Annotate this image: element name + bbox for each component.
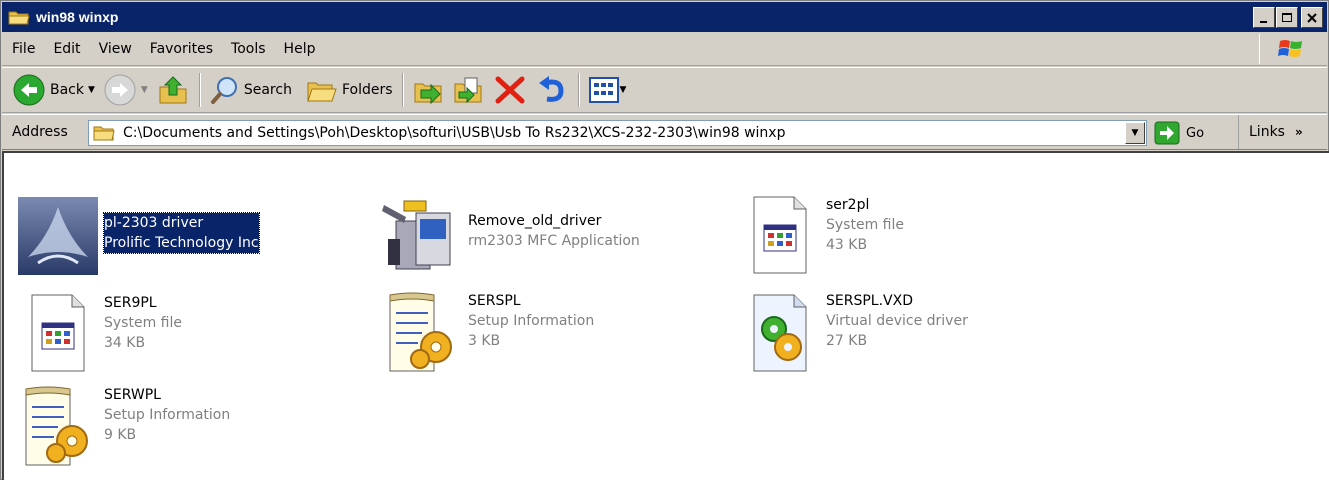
file-type: System file [826, 217, 904, 233]
back-button[interactable]: Back ▼ [8, 70, 99, 110]
close-button[interactable] [1301, 7, 1323, 28]
file-item[interactable]: SER9PL System file 34 KB [18, 293, 182, 372]
file-name: SERWPL [104, 387, 161, 403]
menu-bar: File Edit View Favorites Tools Help [2, 32, 1327, 66]
file-size: 43 KB [826, 237, 868, 253]
minimize-button[interactable] [1253, 7, 1275, 28]
setup-info-icon [382, 291, 462, 372]
device-driver-icon [740, 291, 820, 372]
toolbar-separator [401, 73, 404, 107]
up-folder-icon [159, 76, 187, 104]
back-arrow-icon [13, 74, 45, 106]
toolbar-separator [577, 73, 580, 107]
file-size: 9 KB [104, 427, 137, 443]
menu-favorites[interactable]: Favorites [141, 41, 222, 57]
menu-tools[interactable]: Tools [222, 41, 275, 57]
file-name: SER9PL [104, 295, 157, 311]
window-title: win98 winxp [36, 9, 119, 25]
folders-label: Folders [341, 82, 393, 98]
undo-icon [538, 76, 564, 102]
go-arrow-icon [1154, 121, 1180, 145]
file-type: Prolific Technology Inc [104, 233, 259, 253]
search-label: Search [243, 82, 292, 98]
views-icon [588, 77, 619, 103]
undo-button[interactable] [531, 70, 573, 110]
address-label: Address [12, 124, 68, 140]
file-item[interactable]: SERSPL.VXD Virtual device driver 27 KB [740, 291, 968, 372]
views-dropdown-icon[interactable]: ▼ [620, 85, 627, 95]
file-type: Virtual device driver [826, 313, 968, 329]
close-icon [1307, 12, 1317, 23]
file-item[interactable]: SERSPL Setup Information 3 KB [382, 291, 595, 372]
menu-view[interactable]: View [90, 41, 141, 57]
back-label: Back [50, 82, 84, 98]
copy-to-button[interactable] [449, 70, 489, 110]
file-name: Remove_old_driver [468, 213, 602, 229]
setup-info-icon [18, 385, 98, 466]
search-icon [210, 77, 237, 104]
menu-help[interactable]: Help [275, 41, 325, 57]
explorer-window: win98 winxp File Edit View Favorites Too… [0, 0, 1329, 480]
go-button[interactable]: Go [1154, 120, 1204, 146]
chevron-down-icon: ▼ [1131, 128, 1139, 138]
file-name: SERSPL [468, 293, 521, 309]
file-type: Setup Information [104, 407, 231, 423]
file-item[interactable]: Remove_old_driver rm2303 MFC Application [382, 195, 640, 273]
forward-arrow-icon [104, 74, 136, 106]
address-path: C:\Documents and Settings\Poh\Desktop\so… [123, 125, 786, 141]
folder-icon [93, 126, 115, 141]
minimize-icon [1260, 20, 1267, 23]
system-file-icon [740, 195, 820, 274]
links-toolbar[interactable]: Links » [1238, 115, 1303, 149]
move-to-button[interactable] [409, 70, 449, 110]
views-button[interactable]: ▼ [585, 70, 631, 110]
file-item[interactable]: pl-2303 driver Prolific Technology Inc [18, 197, 260, 275]
address-input[interactable]: C:\Documents and Settings\Poh\Desktop\so… [88, 120, 1147, 146]
copy-to-icon [454, 77, 482, 104]
file-item[interactable]: ser2pl System file 43 KB [740, 195, 904, 274]
folder-icon [8, 8, 30, 26]
title-bar[interactable]: win98 winxp [2, 2, 1327, 32]
file-name: pl-2303 driver [104, 213, 259, 233]
file-name: ser2pl [826, 197, 870, 213]
file-size: 27 KB [826, 333, 868, 349]
up-folder-button[interactable] [152, 70, 194, 110]
go-label: Go [1186, 125, 1205, 141]
folders-button[interactable]: Folders [302, 70, 397, 110]
file-name: SERSPL.VXD [826, 293, 913, 309]
toolbar: Back ▼ ▼ Search Folders ▼ [2, 67, 1327, 113]
file-item[interactable]: SERWPL Setup Information 9 KB [18, 385, 231, 466]
maximize-button[interactable] [1276, 7, 1298, 28]
file-type: System file [104, 315, 182, 331]
file-type: Setup Information [468, 313, 595, 329]
computer-tools-icon [382, 195, 462, 273]
forward-dropdown-icon[interactable]: ▼ [141, 85, 148, 95]
system-file-icon [18, 293, 98, 372]
links-chevron-icon[interactable]: » [1295, 125, 1303, 139]
address-dropdown-button[interactable]: ▼ [1125, 122, 1145, 144]
move-to-icon [414, 83, 442, 105]
folders-icon [307, 82, 337, 102]
installer-icon [18, 197, 98, 275]
delete-x-icon [495, 76, 525, 104]
maximize-icon [1282, 12, 1292, 22]
toolbar-separator [198, 73, 201, 107]
back-dropdown-icon[interactable]: ▼ [88, 85, 95, 95]
delete-button[interactable] [489, 70, 531, 110]
windows-logo-icon [1259, 34, 1321, 64]
menu-file[interactable]: File [2, 41, 44, 57]
menu-edit[interactable]: Edit [44, 41, 89, 57]
file-size: 34 KB [104, 335, 146, 351]
forward-button[interactable]: ▼ [99, 70, 152, 110]
search-button[interactable]: Search [206, 70, 296, 110]
file-size: 3 KB [468, 333, 501, 349]
address-bar: Address C:\Documents and Settings\Poh\De… [2, 114, 1327, 150]
links-label: Links [1249, 124, 1285, 140]
file-list: pl-2303 driver Prolific Technology Inc R… [2, 151, 1329, 480]
file-type: rm2303 MFC Application [468, 233, 640, 249]
